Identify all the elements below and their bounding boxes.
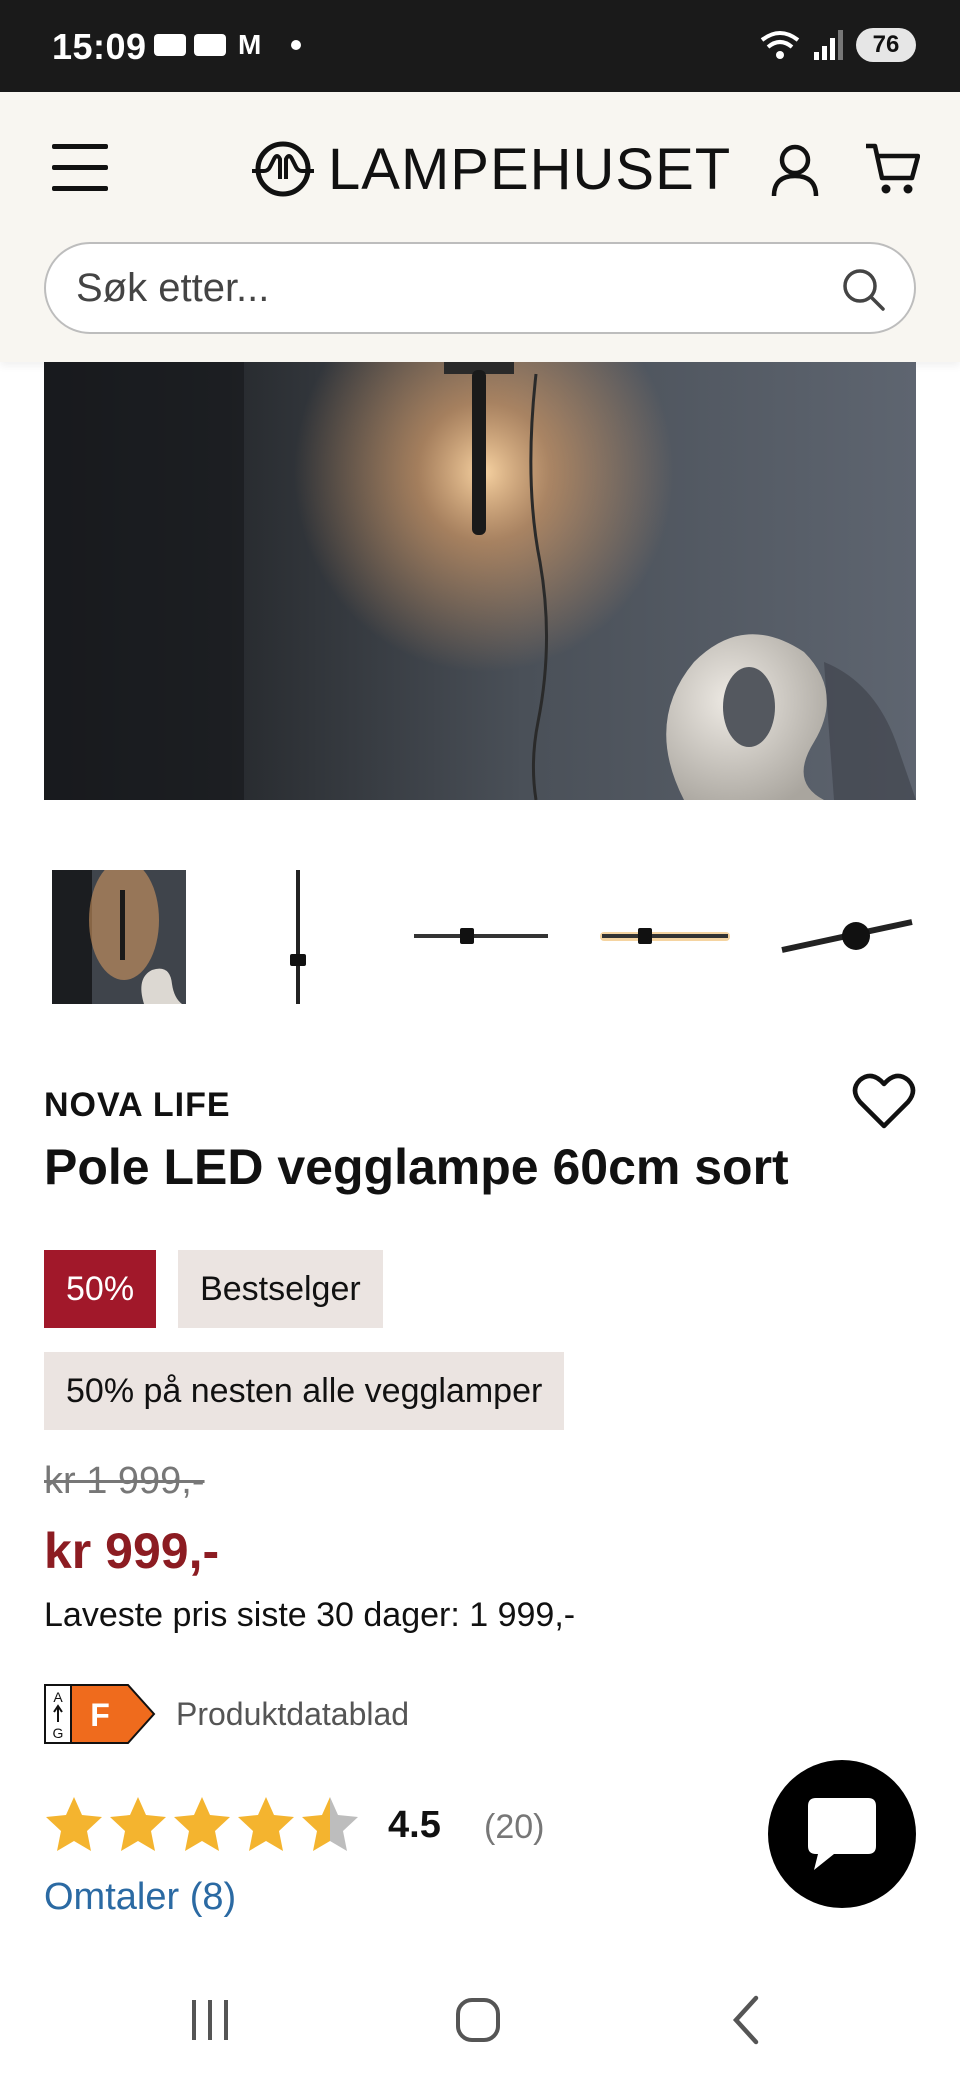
logo-bulb-icon [252,141,314,197]
product-datasheet-link[interactable]: Produktdatablad [176,1696,409,1733]
search-bar [44,242,916,334]
product-main-image[interactable] [44,362,916,800]
star-full-icon [238,1797,294,1851]
energy-label-icon[interactable]: A G F [44,1684,156,1744]
menu-button[interactable] [52,144,108,192]
thumbnail-gallery [44,866,916,1006]
energy-scale-bottom: G [53,1725,64,1741]
gmail-icon: M [238,29,262,60]
cart-icon[interactable] [864,140,920,196]
account-icon[interactable] [770,142,820,198]
rating-count: (20) [484,1808,545,1846]
notification-app-icon [194,34,226,56]
battery-indicator: 76 [856,28,916,62]
star-half-icon [302,1797,358,1851]
chat-button[interactable] [768,1760,916,1908]
rating-stars [44,1794,360,1854]
site-header: LAMPEHUSET [0,92,960,362]
search-icon[interactable] [840,266,886,312]
status-indicators: 76 [758,28,916,62]
more-notifications-icon [291,40,302,50]
recent-apps-icon[interactable] [180,1990,240,2050]
logo-text: LAMPEHUSET [328,136,732,202]
home-icon[interactable] [448,1990,508,2050]
sale-price: kr 999,- [44,1523,220,1579]
thumbnail-4[interactable] [598,870,732,1004]
energy-scale-top: A [53,1689,63,1705]
status-bar: 15:09 M 76 [0,0,960,92]
notification-icons: M [154,29,302,60]
chat-bubble-icon [808,1798,876,1870]
product-title: Pole LED vegglampe 60cm sort [44,1139,789,1195]
search-input[interactable] [76,244,836,332]
signal-icon [814,30,843,60]
thumbnail-1[interactable] [52,870,186,1004]
notification-app-icon [154,34,186,56]
system-nav-bar [0,1960,960,2080]
bestseller-badge: Bestselger [178,1250,383,1328]
thumbnail-2[interactable] [232,870,366,1004]
thumbnail-3[interactable] [414,870,548,1004]
status-time: 15:09 [52,26,147,67]
star-full-icon [46,1797,102,1851]
reviews-link[interactable]: Omtaler (8) [44,1876,236,1919]
product-photo [44,362,916,800]
heart-icon[interactable] [852,1072,916,1130]
energy-class: F [90,1697,110,1733]
old-price: kr 1 999,- [44,1460,205,1502]
site-logo[interactable]: LAMPEHUSET [250,134,731,204]
menu-icon-line [52,186,108,191]
thumbnail-5[interactable] [780,870,914,1004]
promo-badge: 50% på nesten alle vegglamper [44,1352,565,1430]
lowest-price-note: Laveste pris siste 30 dager: 1 999,- [44,1596,576,1634]
menu-icon-line [52,165,108,170]
star-full-icon [174,1797,230,1851]
product-brand[interactable]: NOVA LIFE [44,1086,231,1125]
menu-icon [52,144,108,149]
wifi-icon [760,31,800,59]
product-badges: 50% Bestselger [44,1250,383,1328]
back-icon[interactable] [718,1990,778,2050]
star-full-icon [110,1797,166,1851]
rating-value: 4.5 [388,1804,441,1846]
discount-badge: 50% [44,1250,157,1328]
